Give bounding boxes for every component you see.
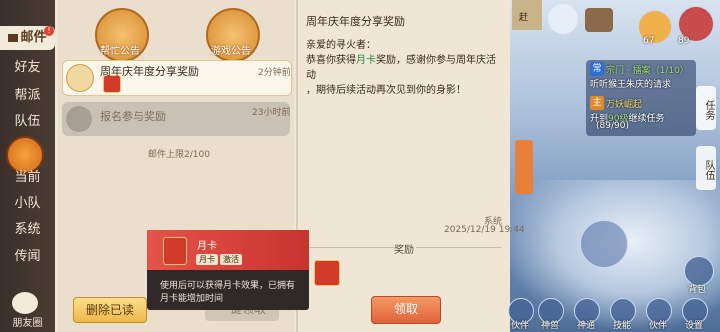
body-line-2: ，期待后续活动再次见到你的身影！ (306, 85, 466, 96)
mail-item-title: 周年庆年度分享奖励 (100, 65, 199, 78)
sidebar-item-squad[interactable]: 小队 (0, 192, 55, 211)
quest-progress: (89/90) (596, 121, 629, 131)
bottom-label-5: 设置 (685, 321, 704, 331)
bottom-label-1: 神兽 (541, 321, 560, 331)
claim-button[interactable]: 领取 (371, 296, 441, 324)
sidebar-item-current[interactable]: 当前 (0, 166, 55, 185)
tab-task[interactable]: 任务 (696, 86, 716, 130)
mail-limit-text: 邮件上限2/100 (148, 150, 210, 160)
tooltip-item-name: 月卡 (197, 241, 217, 252)
reward-month-card-icon[interactable] (314, 260, 340, 286)
player-level: 89 (678, 36, 690, 46)
friends-circle-label: 朋友圈 (12, 318, 43, 329)
attack-skill-icon[interactable] (580, 220, 628, 268)
greeting-text: 亲爱的寻火者： (306, 40, 376, 51)
sidebar-item-system[interactable]: 系统 (0, 218, 55, 237)
body-line-1: 恭喜你获得月卡奖励，感谢你参与周年庆活动 (306, 55, 496, 81)
tab-team[interactable]: 队伍 (696, 146, 716, 190)
quest-desc-daily: 听听猴王朱庆的请求 (590, 80, 672, 90)
tooltip-month-card-icon (163, 237, 187, 265)
sidebar-item-team[interactable]: 队伍 (0, 110, 55, 129)
quest-title-main: 万妖崛起 (606, 100, 643, 110)
delete-read-button[interactable]: 删除已读 (73, 297, 147, 323)
divider-right (416, 247, 502, 248)
mail-icon (8, 33, 19, 42)
collapse-panel-arrow-icon[interactable] (515, 140, 533, 194)
quest-tag-main: 主 (590, 96, 604, 110)
bag-label: 背包 (688, 285, 707, 295)
sidebar-item-rumor[interactable]: 传闻 (0, 245, 55, 264)
envelope-opened-icon (66, 106, 92, 132)
friends-circle-icon[interactable] (12, 292, 38, 314)
mail-item-time: 2分钟前 (258, 68, 291, 78)
tooltip-tag-type: 月卡 (196, 254, 218, 265)
tooltip-description: 使用后可以获得月卡效果，已拥有 月卡能增加时间 (160, 281, 296, 304)
mail-detail-title: 周年庆年度分享奖励 (306, 15, 405, 28)
quest-tag-daily: 常 (590, 62, 604, 76)
sidebar-item-friends[interactable]: 好友 (0, 56, 55, 75)
mail-badge: ! (44, 26, 54, 36)
quest-title-daily: 宗门 · 擂案（1/10） (606, 66, 689, 76)
bottom-label-4: 伙伴 (649, 321, 668, 331)
help-notice-label: 帮忙公告 (100, 46, 140, 57)
bottom-label-0: 伙伴 (511, 321, 530, 331)
bottom-label-2: 神通 (577, 321, 596, 331)
mail-date: 2025/12/19 19:44 (444, 225, 525, 235)
sidebar-item-guild[interactable]: 帮派 (0, 84, 55, 103)
rush-label: 赶 (519, 13, 529, 23)
cat-mascot-icon[interactable] (548, 4, 578, 34)
mail-item-time: 23小时前 (252, 108, 291, 118)
divider-left (304, 247, 394, 248)
treasure-box-icon[interactable] (585, 8, 613, 32)
game-notice-label: 游戏公告 (211, 46, 251, 57)
tooltip-tag-activate: 激活 (220, 254, 242, 265)
bottom-label-3: 技能 (613, 321, 632, 331)
envelope-icon (66, 64, 94, 92)
mail-body: 亲爱的寻火者： 恭喜你获得月卡奖励，感谢你参与周年庆活动 ，期待后续活动再次见到… (306, 38, 501, 98)
reward-label: 奖励 (394, 245, 414, 256)
pet-level: 67 (643, 36, 655, 46)
mail-item-title: 报名参与奖励 (100, 110, 166, 123)
